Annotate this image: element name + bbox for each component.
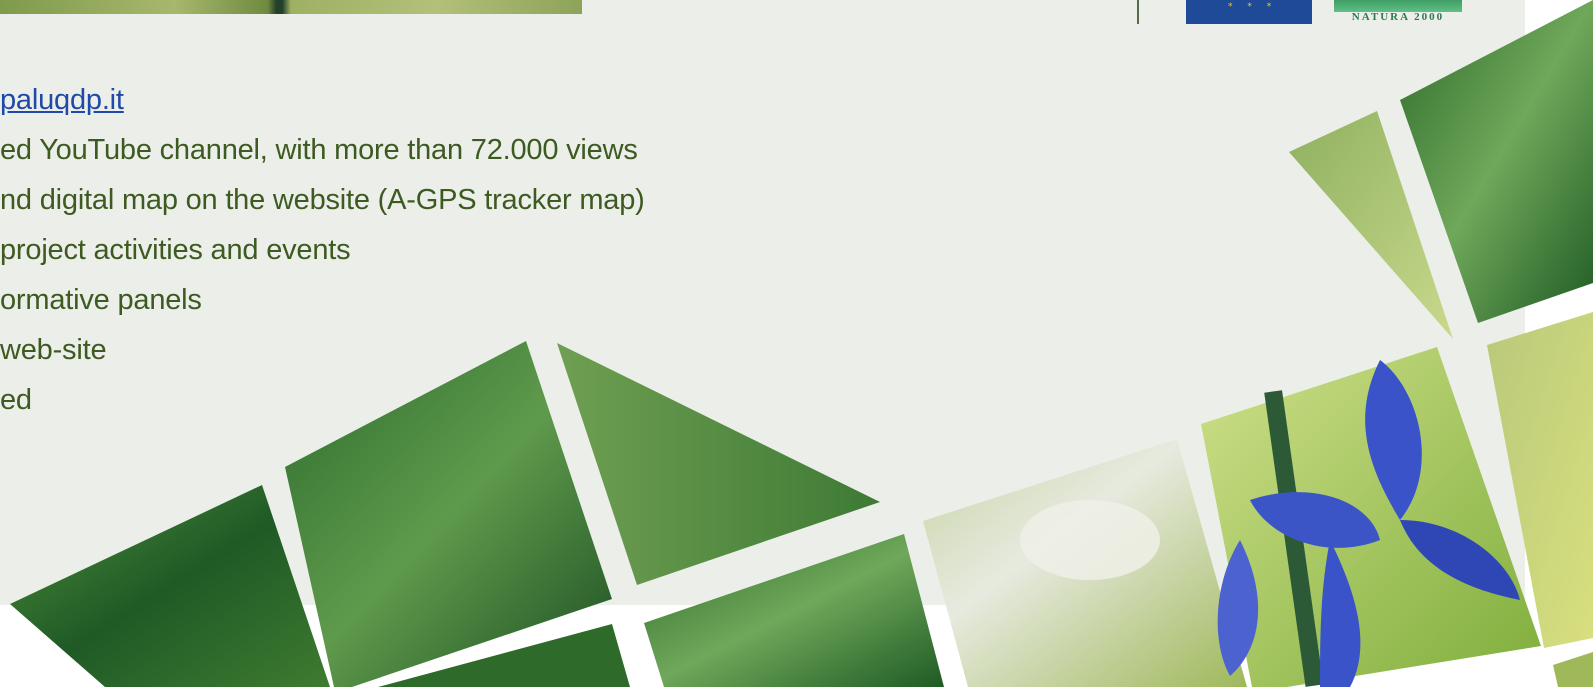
- photo-mosaic: [10, 0, 1593, 687]
